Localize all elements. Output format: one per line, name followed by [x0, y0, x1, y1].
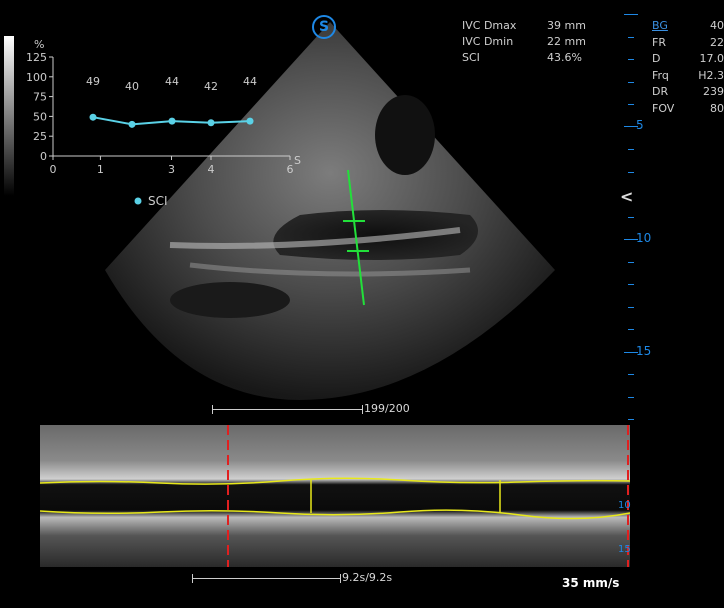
mmode-depth-label: 15	[618, 544, 631, 555]
y-tick-label: 75	[33, 91, 47, 104]
param-row: D 17.0	[652, 51, 724, 68]
sci-data-point	[89, 113, 97, 121]
y-tick-label: 50	[33, 110, 47, 123]
param-label: DR	[652, 85, 669, 98]
param-label: FR	[652, 35, 666, 49]
param-row: FR 22	[652, 35, 724, 52]
param-value: 40	[710, 19, 724, 32]
param-label: BG	[652, 19, 668, 32]
sci-data-label: 44	[243, 75, 257, 88]
measurement-value: 22 mm	[547, 35, 586, 48]
x-tick-label: 1	[97, 163, 104, 176]
chart-xlabel: S	[294, 154, 301, 167]
probe-orientation-marker: S	[312, 15, 336, 39]
param-label: FOV	[652, 101, 675, 115]
measurement-value: 43.6%	[547, 51, 582, 64]
param-value: 80	[710, 101, 724, 115]
sci-data-label: 42	[204, 80, 218, 93]
focus-marker-icon[interactable]: <	[620, 187, 633, 206]
sci-data-point	[246, 117, 254, 125]
param-value: H2.3	[698, 68, 724, 82]
param-label: D	[652, 52, 661, 65]
sci-trend-chart: % 0 25 50 75 100 125 0 1 3 4 6 S 49 40 44 42 44 SCI	[26, 38, 301, 208]
param-label: Frq	[652, 68, 669, 82]
depth-label: 5	[636, 118, 644, 132]
legend-marker	[134, 197, 142, 205]
x-tick-label: 6	[287, 163, 294, 176]
param-value: 17.0	[699, 52, 724, 65]
legend-label: SCI	[148, 194, 168, 208]
time-counter: 9.2s/9.2s	[342, 571, 393, 584]
y-tick-label: 0	[40, 150, 47, 163]
depth-label: 15	[636, 344, 652, 358]
sci-data-point	[128, 120, 136, 128]
sci-data-point	[207, 119, 215, 127]
measurement-panel: IVC Dmax 39 mm IVC Dmin 22 mm SCI 43.6%	[462, 18, 586, 66]
x-tick-label: 0	[50, 163, 57, 176]
measurement-row: SCI 43.6%	[462, 50, 586, 66]
x-tick-label: 4	[208, 163, 215, 176]
param-row: DR 239	[652, 84, 724, 101]
param-value: 22	[710, 35, 724, 49]
time-scrollbar[interactable]	[192, 578, 340, 579]
param-value: 239	[703, 85, 724, 98]
y-tick-label: 100	[26, 71, 47, 84]
depth-label: 10	[636, 231, 652, 245]
frame-counter: 199/200	[364, 402, 410, 415]
measurement-value: 39 mm	[547, 19, 586, 32]
chart-ylabel: %	[34, 38, 44, 51]
param-row: Frq H2.3	[652, 68, 724, 85]
mmode-strip	[40, 425, 630, 567]
param-row: FOV 80	[652, 101, 724, 118]
frame-scrollbar[interactable]	[212, 409, 362, 410]
y-tick-label: 125	[26, 51, 47, 64]
measurement-label: IVC Dmin	[462, 35, 514, 48]
measurement-label: SCI	[462, 51, 480, 64]
sweep-speed: 35 mm/s	[562, 576, 620, 590]
param-row[interactable]: BG 40	[652, 18, 724, 35]
y-tick-label: 25	[33, 130, 47, 143]
sci-data-label: 49	[86, 75, 100, 88]
imaging-params-panel: BG 40 FR 22 D 17.0 Frq H2.3 DR 239 FOV 8…	[652, 18, 724, 117]
measurement-label: IVC Dmax	[462, 19, 517, 32]
sci-data-label: 44	[165, 75, 179, 88]
sci-data-label: 40	[125, 80, 139, 93]
sci-data-point	[168, 117, 176, 125]
mmode-depth-label: 10	[618, 500, 631, 511]
measurement-row: IVC Dmax 39 mm	[462, 18, 586, 34]
measurement-row: IVC Dmin 22 mm	[462, 34, 586, 50]
x-tick-label: 3	[168, 163, 175, 176]
